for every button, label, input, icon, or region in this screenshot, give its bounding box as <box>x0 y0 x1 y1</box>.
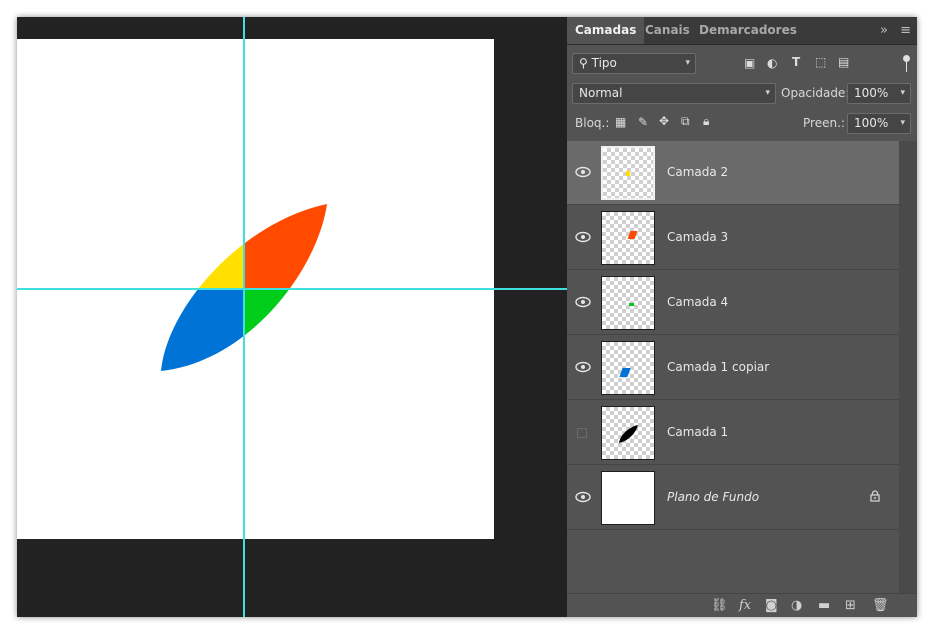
chevron-down-icon: ▾ <box>900 88 905 98</box>
tab-canais[interactable]: Canais <box>637 17 698 44</box>
horizontal-guide[interactable] <box>17 288 567 290</box>
filter-kind-select[interactable]: ⚲ Tipo ▾ <box>572 53 696 74</box>
blend-mode-value: Normal <box>579 86 623 100</box>
image-filter-icon[interactable]: ▣ <box>744 56 755 70</box>
collapse-icon[interactable]: » <box>880 23 888 38</box>
eye-icon[interactable] <box>575 230 591 244</box>
layer-thumbnail[interactable] <box>601 211 655 265</box>
smart-object-filter-icon[interactable]: ▤ <box>838 55 849 69</box>
lock-all-icon[interactable]: 🔒︎ <box>703 114 709 129</box>
eye-icon[interactable] <box>575 295 591 309</box>
fill-input[interactable]: 100% ▾ <box>847 113 911 134</box>
brush-icon[interactable]: ✎ <box>638 115 648 129</box>
trash-icon[interactable]: 🗑︎ <box>872 598 889 613</box>
filter-kind-value: Tipo <box>591 56 617 70</box>
blue-piece <box>619 368 631 377</box>
vertical-guide[interactable] <box>243 17 245 617</box>
eye-icon[interactable] <box>575 360 591 374</box>
visibility-toggle[interactable] <box>577 428 587 438</box>
layers-list: Camada 2 Camada 3 Camada 4 Camada 1 copi… <box>567 141 899 531</box>
layer-name[interactable]: Camada 2 <box>667 165 728 179</box>
link-icon[interactable]: ⛓ <box>711 598 728 613</box>
layer-name[interactable]: Camada 3 <box>667 230 728 244</box>
menu-icon[interactable]: ≡ <box>900 23 911 38</box>
panel-bottom-bar: ⛓ fx ◙ ◑ ▬ ⊞ 🗑︎ <box>567 593 917 617</box>
green-piece <box>629 303 634 306</box>
panel-menu[interactable]: » ≡ <box>880 17 911 44</box>
blue-quadrant <box>161 289 244 371</box>
layer-row-camada-1[interactable]: Camada 1 <box>567 401 899 465</box>
new-layer-icon[interactable]: ⊞ <box>845 598 856 613</box>
eye-icon[interactable] <box>575 165 591 179</box>
chevron-down-icon: ▾ <box>765 88 770 98</box>
layer-thumbnail[interactable] <box>601 471 655 525</box>
layer-row-camada-4[interactable]: Camada 4 <box>567 271 899 335</box>
fill-label: Preen.: <box>803 116 845 130</box>
red-quadrant <box>244 204 327 289</box>
chevron-down-icon: ▾ <box>685 58 690 68</box>
fx-icon[interactable]: fx <box>739 598 751 613</box>
filter-toggle[interactable] <box>903 55 910 62</box>
layer-row-camada-2[interactable]: Camada 2 <box>567 141 899 205</box>
layer-thumbnail[interactable] <box>601 146 655 200</box>
yellow-piece <box>626 171 630 176</box>
black-leaf <box>619 425 638 443</box>
shape-filter-icon[interactable]: ⬚ <box>815 55 826 69</box>
lock-icon <box>870 490 880 502</box>
lock-label: Bloq.: <box>575 116 610 130</box>
opacity-label: Opacidade: <box>781 86 850 100</box>
layer-row-plano-de-fundo[interactable]: Plano de Fundo <box>567 466 899 530</box>
layer-row-camada-3[interactable]: Camada 3 <box>567 206 899 270</box>
adjustment-icon[interactable]: ◑ <box>791 598 802 613</box>
red-piece <box>627 231 638 239</box>
move-icon[interactable]: ✥ <box>659 114 669 128</box>
yellow-quadrant <box>161 204 244 289</box>
layer-thumbnail[interactable] <box>601 276 655 330</box>
folder-icon[interactable]: ▬ <box>818 598 830 613</box>
layer-row-camada-1-copiar[interactable]: Camada 1 copiar <box>567 336 899 400</box>
layer-name[interactable]: Camada 1 copiar <box>667 360 769 374</box>
adjustment-filter-icon[interactable]: ◐ <box>767 56 777 70</box>
tab-demarcadores[interactable]: Demarcadores <box>691 17 805 44</box>
artwork <box>161 204 327 371</box>
type-filter-icon[interactable]: T <box>792 55 800 69</box>
layer-name[interactable]: Plano de Fundo <box>667 490 759 504</box>
layer-name[interactable]: Camada 4 <box>667 295 728 309</box>
filter-toggle-stem <box>906 62 907 72</box>
lock-transparency-icon[interactable]: ▦ <box>615 115 626 129</box>
chevron-down-icon: ▾ <box>900 118 905 128</box>
layer-name[interactable]: Camada 1 <box>667 425 728 439</box>
blend-mode-select[interactable]: Normal ▾ <box>572 83 776 104</box>
artboard-icon[interactable]: ⧉ <box>681 114 690 129</box>
tab-camadas[interactable]: Camadas <box>567 17 645 44</box>
panel-tabbar: Camadas Canais Demarcadores » ≡ <box>567 17 917 45</box>
opacity-value: 100% <box>854 86 889 100</box>
green-quadrant <box>244 289 327 371</box>
eye-icon[interactable] <box>575 490 591 504</box>
layer-thumbnail[interactable] <box>601 341 655 395</box>
photoshop-window: Camadas Canais Demarcadores » ≡ ⚲ Tipo ▾… <box>17 17 917 617</box>
opacity-input[interactable]: 100% ▾ <box>847 83 911 104</box>
fill-value: 100% <box>854 116 889 130</box>
layers-panel: Camadas Canais Demarcadores » ≡ ⚲ Tipo ▾… <box>567 17 917 617</box>
layer-thumbnail[interactable] <box>601 406 655 460</box>
canvas-area[interactable] <box>17 17 567 617</box>
layers-scrollbar[interactable] <box>899 141 917 593</box>
search-icon: ⚲ <box>579 56 588 70</box>
mask-icon[interactable]: ◙ <box>765 598 778 613</box>
